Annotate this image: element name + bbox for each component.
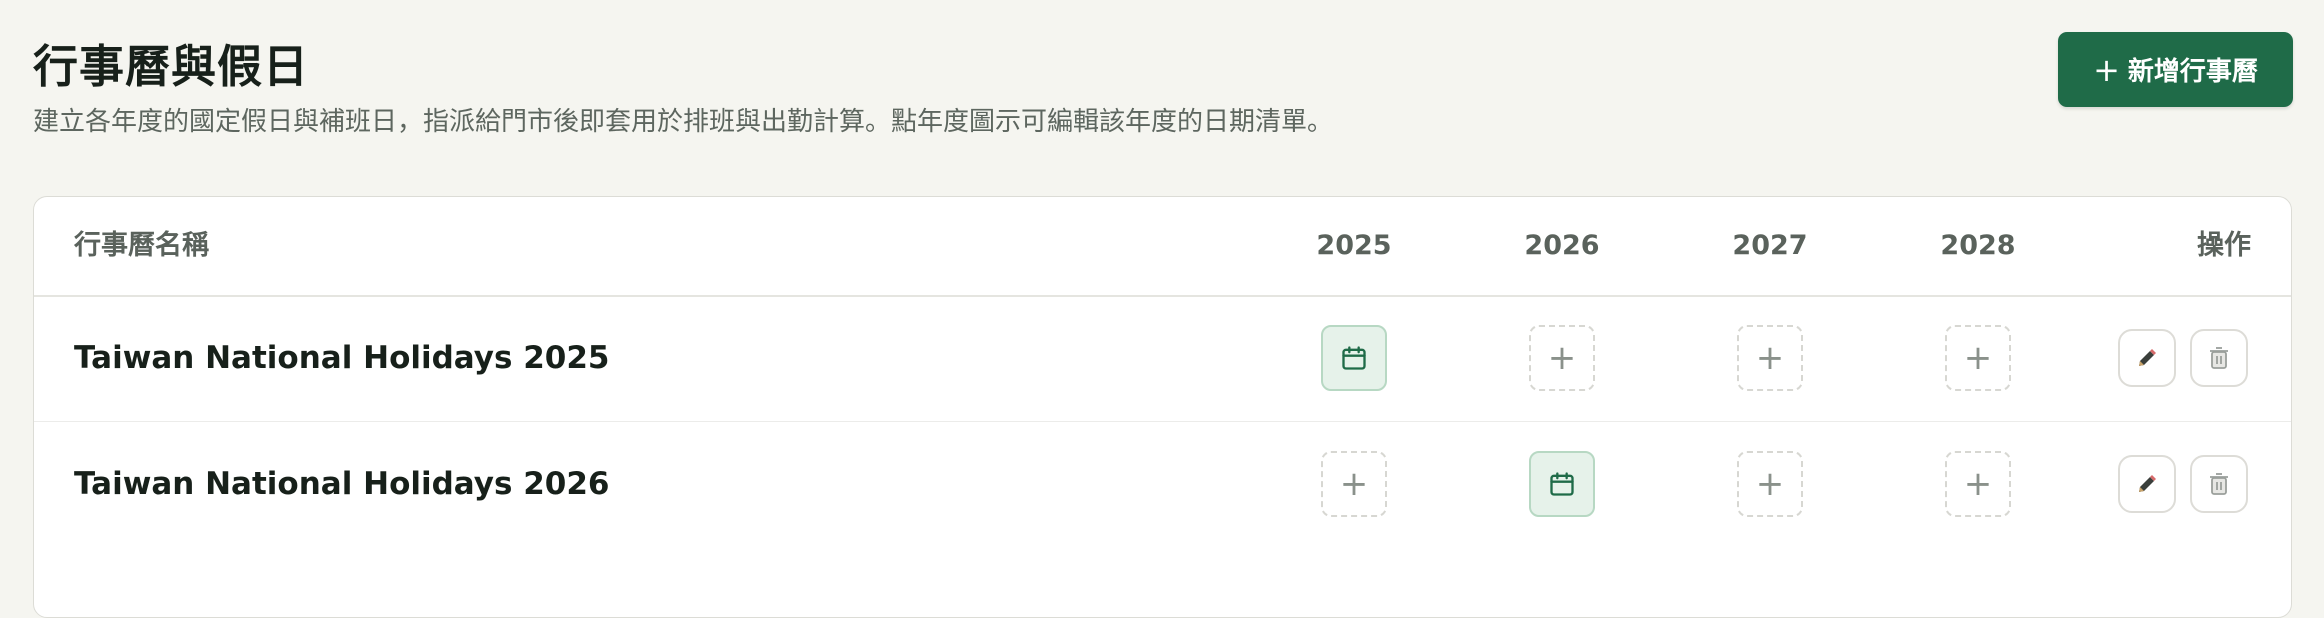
calendar-name: Taiwan National Holidays 2026 [74,466,610,502]
year-cell-2028-add[interactable]: + [1945,451,2011,517]
year-cell-2027-add[interactable]: + [1737,325,1803,391]
year-cell-2028-add[interactable]: + [1945,325,2011,391]
plus-icon: + [1963,464,1993,504]
plus-icon: + [1339,464,1369,504]
pencil-icon [2139,475,2156,492]
pencil-icon [2139,349,2156,366]
calendar-table: 行事曆名稱 2025 2026 2027 2028 操作 Taiwan Nati… [33,196,2292,618]
plus-icon: + [2093,50,2120,89]
add-calendar-button[interactable]: + 新增行事曆 [2058,32,2293,107]
plus-icon: + [1963,338,1993,378]
page-title: 行事曆與假日 [33,40,310,93]
add-calendar-button-label: 新增行事曆 [2127,57,2258,87]
edit-button[interactable] [2118,455,2176,513]
column-header-2028: 2028 [1940,230,2016,261]
column-header-actions: 操作 [2197,230,2251,261]
calendar-name: Taiwan National Holidays 2025 [74,340,610,376]
year-cell-2025-add[interactable]: + [1321,451,1387,517]
trash-icon [2210,473,2228,495]
table-header: 行事曆名稱 2025 2026 2027 2028 操作 [34,197,2291,297]
calendar-icon [1342,346,1366,370]
edit-button[interactable] [2118,329,2176,387]
year-cell-2025-calendar[interactable] [1321,325,1387,391]
year-cell-2026-add[interactable]: + [1529,325,1595,391]
delete-button[interactable] [2190,455,2248,513]
year-cell-2027-add[interactable]: + [1737,451,1803,517]
plus-icon: + [1547,338,1577,378]
page-subtitle: 建立各年度的國定假日與補班日，指派給門市後即套用於排班與出勤計算。點年度圖示可編… [33,107,1334,137]
plus-icon: + [1755,464,1785,504]
table-row: Taiwan National Holidays 2025 + + + [34,296,2291,422]
table-row: Taiwan National Holidays 2026 + + + [34,422,2291,547]
delete-button[interactable] [2190,329,2248,387]
column-header-2026: 2026 [1524,230,1600,261]
column-header-2027: 2027 [1732,230,1808,261]
plus-icon: + [1755,338,1785,378]
column-header-2025: 2025 [1316,230,1392,261]
trash-icon [2210,347,2228,369]
calendar-icon [1550,472,1574,496]
year-cell-2026-calendar[interactable] [1529,451,1595,517]
calendar-holidays-page: 行事曆與假日 建立各年度的國定假日與補班日，指派給門市後即套用於排班與出勤計算。… [0,0,2324,618]
column-header-name: 行事曆名稱 [74,230,209,261]
